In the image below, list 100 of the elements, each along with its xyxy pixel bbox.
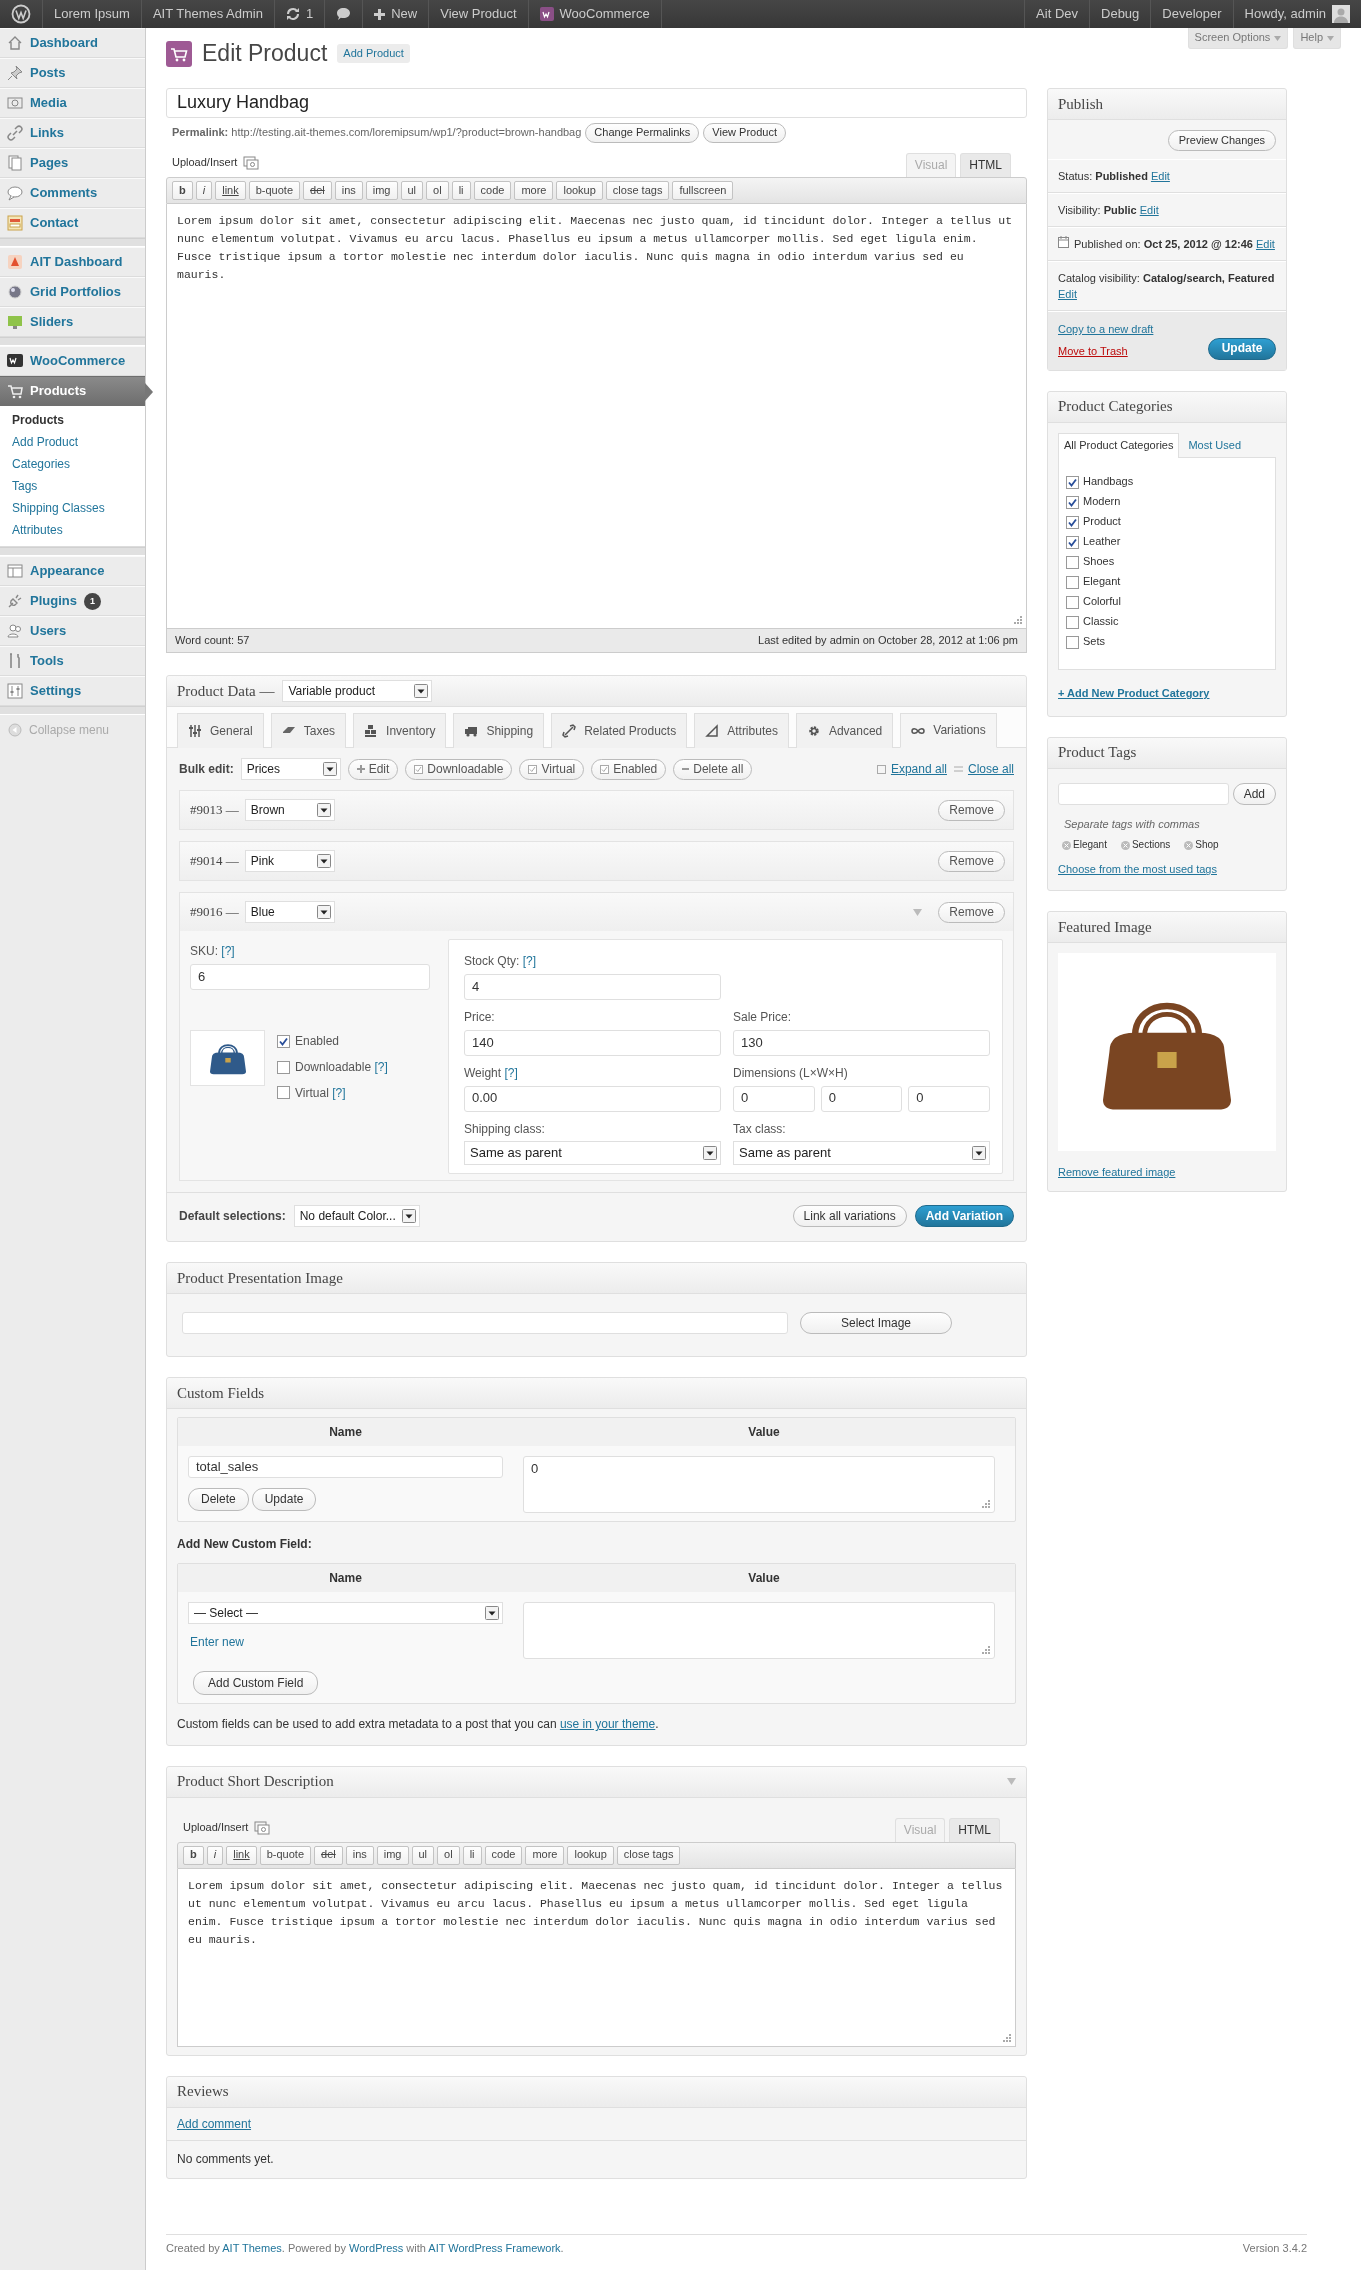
dimension-field[interactable]: 0 [908, 1085, 990, 1112]
checkbox[interactable] [1066, 515, 1079, 529]
bulk-action-button[interactable]: Downloadable [405, 758, 513, 780]
bulk-action-button[interactable]: Delete all [673, 758, 753, 780]
menu-item[interactable]: Pages [0, 148, 145, 178]
menu-item[interactable]: Users [0, 616, 145, 646]
toolbar-button[interactable]: close tags [605, 180, 670, 200]
tax-class-select[interactable]: Same as parent [733, 1141, 990, 1166]
product-data-tab[interactable]: Shipping [453, 713, 545, 749]
toolbar-button[interactable]: li [451, 180, 471, 200]
toolbar-button[interactable]: b [172, 180, 193, 200]
help-link[interactable]: [?] [332, 1085, 346, 1100]
admin-bar-link[interactable]: WooCommerce [528, 0, 662, 28]
add-product-button[interactable]: Add Product [337, 43, 410, 64]
checkbox[interactable] [1066, 535, 1079, 549]
footer-link[interactable]: AIT WordPress Framework [428, 2241, 561, 2254]
admin-bar-link[interactable]: View Product [429, 0, 529, 28]
category-tab[interactable]: All Product Categories [1058, 432, 1180, 459]
attribute-select[interactable]: Pink [244, 850, 335, 873]
most-used-tags-link[interactable]: Choose from the most used tags [1058, 862, 1217, 878]
product-data-tab[interactable]: Advanced [795, 713, 894, 749]
toolbar-button[interactable]: ins [334, 180, 363, 200]
content-field[interactable]: Lorem ipsum dolor sit amet, consectetur adipiscing elit. Maecenas nec justo quam, id tincidunt dolor. Integer a tellus ut nunc elementum volutpat. Vivamus eu arcu lacus. Phasellus eu ipsum a metus ullamcorper mollis. Sed eget ligula enim. Fusce tristique ipsum a tortor molestie nec interdum dolor iaculis. Nunc quis magna in odio interdum varius sed eu mauris. [177, 1868, 1016, 2047]
menu-item[interactable]: Tools [0, 646, 145, 676]
footer-link[interactable]: AIT Themes [222, 2241, 282, 2254]
bulk-action-button[interactable]: Enabled [591, 758, 667, 780]
checkbox[interactable] [1066, 575, 1079, 589]
select-image-button[interactable]: Select Image [800, 1312, 952, 1335]
name-field[interactable]: total_sales [188, 1456, 503, 1479]
remove-image-link[interactable]: Remove featured image [1058, 1165, 1176, 1181]
update-button[interactable]: Update [251, 1488, 317, 1512]
help-link[interactable]: [?] [504, 1065, 518, 1080]
default-selection-select[interactable]: No default Color... [293, 1205, 420, 1228]
admin-bar-link[interactable]: Lorem Ipsum [43, 0, 142, 28]
toolbar-button[interactable]: code [484, 1845, 523, 1865]
toolbar-button[interactable]: link [226, 1845, 257, 1865]
add-custom-field-button[interactable]: Add Custom Field [193, 1670, 319, 1695]
price-field[interactable]: 140 [464, 1029, 721, 1056]
title-field[interactable]: Luxury Handbag [166, 88, 1027, 118]
remove-button[interactable]: Remove [938, 799, 1005, 821]
checkbox[interactable] [1066, 555, 1079, 569]
checkbox[interactable] [277, 1060, 290, 1074]
sale-price-field[interactable]: 130 [733, 1029, 990, 1056]
checkbox[interactable] [277, 1086, 290, 1100]
weight-field[interactable]: 0.00 [464, 1085, 721, 1112]
toolbar-button[interactable]: ins [345, 1845, 374, 1865]
update-button[interactable]: Update [1208, 337, 1276, 360]
add-comment-link[interactable]: Add comment [177, 2116, 252, 2131]
admin-bar-link[interactable]: New [363, 0, 430, 28]
bulk-edit-select[interactable]: Prices [240, 758, 341, 781]
toolbar-button[interactable]: del [303, 180, 332, 200]
shipping-class-select[interactable]: Same as parent [464, 1141, 721, 1166]
menu-item[interactable]: Plugins 1 [0, 586, 145, 616]
toolbar-button[interactable]: i [195, 180, 213, 200]
link-variations-button[interactable]: Link all variations [792, 1205, 907, 1228]
upload-insert-button[interactable]: Upload/Insert [183, 1820, 271, 1842]
toolbar-button[interactable]: li [462, 1845, 482, 1865]
category-tab[interactable]: Most Used [1182, 432, 1248, 458]
toolbar-button[interactable]: lookup [556, 180, 603, 200]
edit-link[interactable]: Edit [1058, 288, 1077, 300]
edit-link[interactable]: Edit [1150, 170, 1170, 182]
footer-link[interactable]: WordPress [349, 2241, 404, 2254]
bulk-action-button[interactable]: Virtual [519, 758, 585, 780]
menu-item[interactable]: AIT Dashboard [0, 247, 145, 277]
toolbar-button[interactable]: b-quote [259, 1845, 311, 1865]
add-tag-button[interactable]: Add [1232, 782, 1276, 805]
toolbar-button[interactable]: code [473, 180, 512, 200]
enter-new-link[interactable]: Enter new [190, 1634, 501, 1651]
close-all-link[interactable]: Close all [967, 760, 1014, 778]
submenu-item[interactable]: Attributes [0, 519, 145, 541]
toolbar-button[interactable]: ul [400, 180, 424, 200]
toolbar-button[interactable]: fullscreen [672, 180, 734, 200]
menu-item[interactable]: Comments [0, 178, 145, 208]
checkbox[interactable] [1066, 475, 1079, 489]
product-data-tab[interactable]: Inventory [353, 713, 447, 749]
admin-bar-link[interactable]: Debug [1089, 0, 1151, 28]
product-data-tab[interactable]: Taxes [270, 713, 347, 749]
menu-item[interactable]: Grid Portfolios [0, 277, 145, 307]
remove-button[interactable]: Remove [938, 850, 1005, 872]
toolbar-button[interactable]: i [206, 1845, 224, 1865]
name-select[interactable]: — Select — [188, 1602, 503, 1625]
remove-button[interactable]: Remove [938, 901, 1005, 923]
editor-tab[interactable]: HTML [949, 1817, 1000, 1842]
preview-button[interactable]: Preview Changes [1167, 130, 1276, 151]
bulk-action-button[interactable]: Edit [347, 758, 399, 780]
product-data-tab[interactable]: Related Products [551, 713, 688, 749]
editor-tab[interactable]: HTML [960, 153, 1011, 177]
variation-image[interactable] [190, 1030, 265, 1086]
copy-draft-link[interactable]: Copy to a new draft [1058, 323, 1154, 335]
permalink-button[interactable]: View Product [703, 123, 786, 143]
add-category-link[interactable]: + Add New Product Category [1058, 686, 1210, 702]
toolbar-button[interactable]: ul [411, 1845, 435, 1865]
toolbar-button[interactable]: img [376, 1845, 409, 1865]
expand-all-link[interactable]: Expand all [890, 760, 947, 778]
permalink-button[interactable]: Change Permalinks [585, 123, 700, 143]
menu-item[interactable]: Media [0, 88, 145, 118]
help-link[interactable]: [?] [374, 1059, 388, 1074]
toolbar-button[interactable]: ol [426, 180, 449, 200]
menu-item[interactable]: Posts [0, 58, 145, 88]
checkbox[interactable] [1066, 615, 1079, 629]
